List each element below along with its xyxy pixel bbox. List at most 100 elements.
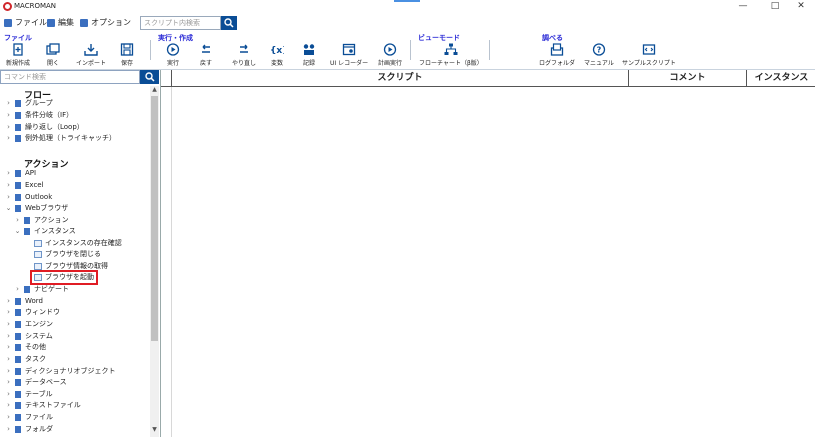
tree-item-outlook[interactable]: › Outlook bbox=[5, 192, 52, 203]
script-search-button[interactable] bbox=[221, 16, 237, 30]
run-button[interactable]: 実行 bbox=[166, 43, 180, 68]
chevron-right-icon[interactable]: › bbox=[14, 215, 21, 226]
tree-item-window[interactable]: › ウィンドウ bbox=[5, 307, 60, 318]
tree-leaf-close-browser[interactable]: ブラウザを閉じる bbox=[34, 249, 101, 260]
chevron-right-icon[interactable]: › bbox=[5, 366, 12, 377]
search-icon bbox=[224, 18, 234, 28]
new-button-label: 新規作成 bbox=[6, 60, 31, 67]
tree-item-group[interactable]: › グループ bbox=[5, 98, 53, 109]
column-comment[interactable]: コメント bbox=[628, 70, 746, 87]
open-button[interactable]: 開く bbox=[46, 43, 60, 68]
tree-item-api[interactable]: › API bbox=[5, 168, 36, 179]
tree-item-loop[interactable]: › 繰り返し（Loop） bbox=[5, 122, 84, 133]
close-button[interactable]: ✕ bbox=[787, 0, 815, 13]
tree-item-try-catch[interactable]: › 例外処理（トライキャッチ） bbox=[5, 133, 116, 144]
tree-item-file[interactable]: › ファイル bbox=[5, 412, 53, 423]
tree-leaf-instance-exists[interactable]: インスタンスの存在確認 bbox=[34, 238, 122, 249]
chevron-right-icon[interactable]: › bbox=[5, 389, 12, 400]
log-folder-icon bbox=[550, 43, 564, 56]
command-icon bbox=[34, 240, 42, 247]
chevron-right-icon[interactable]: › bbox=[5, 168, 12, 179]
chevron-right-icon[interactable]: › bbox=[5, 354, 12, 365]
bookmark-icon bbox=[15, 205, 21, 212]
sample-script-button[interactable]: サンプルスクリプト bbox=[622, 43, 676, 68]
tree-scrollbar[interactable]: ▲ ▼ bbox=[150, 86, 159, 437]
flowchart-button[interactable]: フローチャート（β版） bbox=[419, 43, 483, 68]
chevron-down-icon[interactable]: ⌄ bbox=[14, 226, 21, 237]
record-button[interactable]: 記録 bbox=[302, 43, 316, 68]
menu-bar: ファイル 編集 オプション bbox=[0, 15, 815, 31]
chevron-right-icon[interactable]: › bbox=[5, 424, 12, 435]
minimize-button[interactable]: — bbox=[729, 0, 757, 13]
tree-item-if[interactable]: › 条件分岐（IF） bbox=[5, 110, 73, 121]
chevron-right-icon[interactable]: › bbox=[5, 296, 12, 307]
tree-item-excel[interactable]: › Excel bbox=[5, 180, 44, 191]
schedule-button[interactable]: 計画実行 bbox=[378, 43, 402, 68]
scroll-up-icon[interactable]: ▲ bbox=[150, 86, 159, 94]
menu-file-label: ファイル bbox=[15, 18, 47, 27]
chevron-right-icon[interactable]: › bbox=[5, 180, 12, 191]
column-script[interactable]: スクリプト bbox=[171, 70, 628, 87]
tree-item-table[interactable]: › テーブル bbox=[5, 389, 53, 400]
chevron-right-icon[interactable]: › bbox=[5, 98, 12, 109]
chevron-right-icon[interactable]: › bbox=[5, 307, 12, 318]
menu-options-label: オプション bbox=[91, 18, 131, 27]
chevron-down-icon[interactable]: ⌄ bbox=[5, 203, 12, 214]
maximize-button[interactable]: □ bbox=[761, 0, 789, 13]
ui-recorder-button[interactable]: UI レコーダー bbox=[330, 43, 368, 68]
chevron-right-icon[interactable]: › bbox=[5, 133, 12, 144]
log-folder-button[interactable]: ログフォルダ bbox=[539, 43, 575, 68]
command-tree: フロー › グループ › 条件分岐（IF） › 繰り返し（Loop） › 例外処理（トラ… bbox=[0, 86, 150, 437]
edit-menu-icon bbox=[47, 18, 55, 27]
undo-button[interactable]: 戻す bbox=[199, 43, 213, 68]
record-icon bbox=[303, 44, 315, 55]
redo-button[interactable]: やり直し bbox=[232, 43, 256, 68]
menu-options[interactable]: オプション bbox=[80, 16, 131, 29]
scroll-down-icon[interactable]: ▼ bbox=[150, 426, 159, 434]
ui-recorder-button-label: UI レコーダー bbox=[330, 60, 369, 67]
menu-file[interactable]: ファイル bbox=[4, 16, 47, 29]
chevron-right-icon[interactable]: › bbox=[5, 319, 12, 330]
script-grid[interactable]: スクリプト コメント インスタンス bbox=[160, 70, 815, 437]
tree-item-engine[interactable]: › エンジン bbox=[5, 319, 53, 330]
chevron-right-icon[interactable]: › bbox=[5, 192, 12, 203]
tree-item-web-browser[interactable]: ⌄ Webブラウザ bbox=[5, 203, 68, 214]
tree-item-web-action[interactable]: › アクション bbox=[14, 215, 69, 226]
command-search-button[interactable] bbox=[140, 70, 159, 84]
chevron-right-icon[interactable]: › bbox=[5, 342, 12, 353]
save-button[interactable]: 保存 bbox=[120, 43, 134, 68]
chevron-right-icon[interactable]: › bbox=[5, 110, 12, 121]
chevron-right-icon[interactable]: › bbox=[5, 400, 12, 411]
tree-item-word[interactable]: › Word bbox=[5, 296, 43, 307]
manual-button[interactable]: ? マニュアル bbox=[584, 43, 614, 68]
chevron-right-icon[interactable]: › bbox=[14, 284, 21, 295]
tree-item-instance[interactable]: ⌄ インスタンス bbox=[14, 226, 76, 237]
variable-button[interactable]: {x} 変数 bbox=[270, 43, 284, 68]
chevron-right-icon[interactable]: › bbox=[5, 377, 12, 388]
tree-item-folder[interactable]: › フォルダ bbox=[5, 424, 53, 435]
tree-item-label: Webブラウザ bbox=[25, 204, 69, 212]
search-icon bbox=[145, 72, 155, 82]
script-search-input[interactable]: スクリプト内検索 bbox=[140, 16, 221, 30]
bookmark-icon bbox=[15, 194, 21, 201]
run-button-label: 実行 bbox=[166, 60, 179, 67]
scroll-thumb[interactable] bbox=[151, 96, 158, 341]
tree-item-other[interactable]: › その他 bbox=[5, 342, 46, 353]
tree-item-database[interactable]: › データベース bbox=[5, 377, 67, 388]
command-search-input[interactable]: コマンド検索 bbox=[0, 70, 140, 84]
chevron-right-icon[interactable]: › bbox=[5, 331, 12, 342]
bookmark-icon bbox=[15, 182, 21, 189]
menu-edit[interactable]: 編集 bbox=[47, 16, 74, 29]
tree-item-text-file[interactable]: › テキストファイル bbox=[5, 400, 81, 411]
chevron-right-icon[interactable]: › bbox=[5, 412, 12, 423]
new-button[interactable]: 新規作成 bbox=[6, 43, 30, 68]
tree-item-navigate[interactable]: › ナビゲート bbox=[14, 284, 69, 295]
tree-item-task[interactable]: › タスク bbox=[5, 354, 46, 365]
column-instance[interactable]: インスタンス bbox=[746, 70, 815, 87]
ribbon-separator bbox=[150, 40, 151, 60]
tree-item-dictionary[interactable]: › ディクショナリオブジェクト bbox=[5, 366, 116, 377]
group-lookup-label: 調べる bbox=[542, 34, 563, 42]
chevron-right-icon[interactable]: › bbox=[5, 122, 12, 133]
import-button[interactable]: インポート bbox=[76, 43, 106, 68]
tree-item-system[interactable]: › システム bbox=[5, 331, 53, 342]
